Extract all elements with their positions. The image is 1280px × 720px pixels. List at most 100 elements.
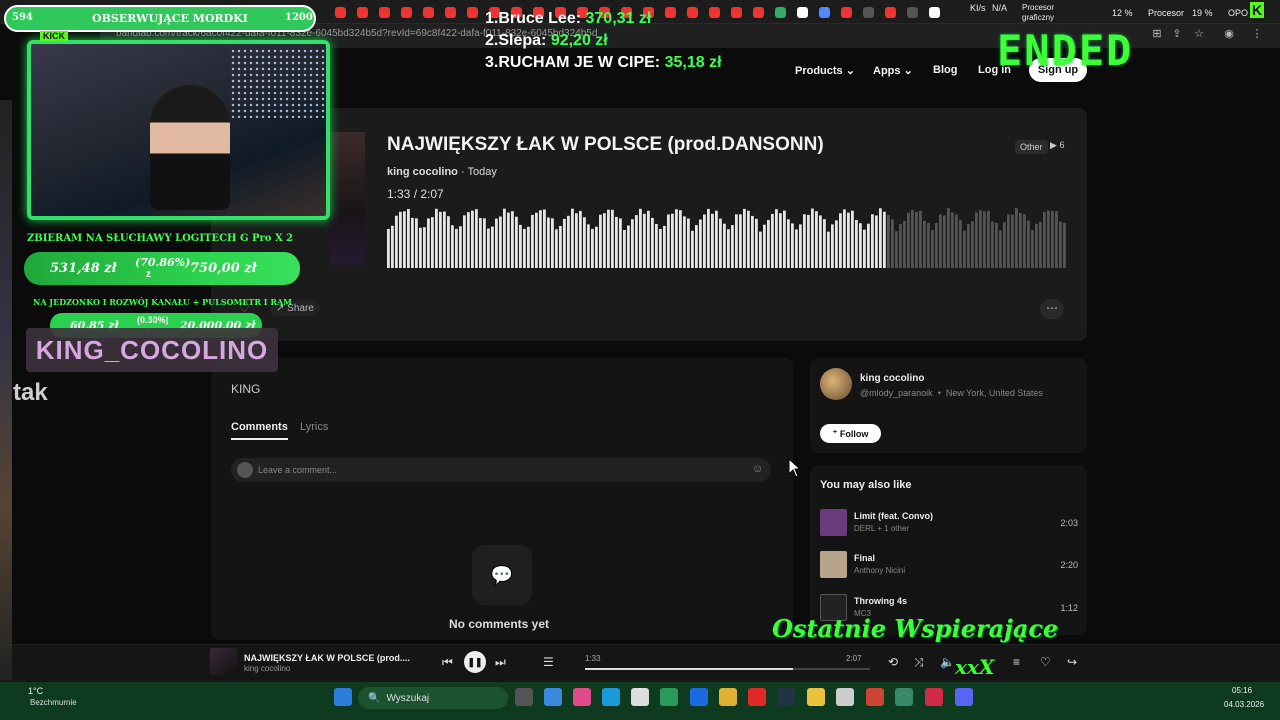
waveform-bar [1055, 211, 1058, 268]
tab-lyrics[interactable]: Lyrics [300, 421, 328, 433]
weather-desc[interactable]: Bezchmurnie [30, 698, 77, 707]
taskbar-search[interactable]: 🔍 Wyszukaj [358, 687, 508, 709]
next-icon[interactable]: ⏭ [495, 655, 506, 670]
browser-tab[interactable] [462, 3, 482, 21]
nav-products[interactable]: Products ⌄ [795, 64, 855, 77]
nav-blog[interactable]: Blog [933, 64, 957, 76]
folder-icon[interactable] [719, 688, 737, 706]
app-icon[interactable] [925, 688, 943, 706]
browser-tab[interactable] [836, 3, 856, 21]
app-icon[interactable] [895, 688, 913, 706]
nav-apps-label: Apps [873, 65, 901, 77]
waveform-bar [1047, 210, 1050, 268]
bookmark-star-icon[interactable]: ☆ [1192, 27, 1206, 41]
volume-icon[interactable]: 🔈 [940, 655, 955, 669]
browser-tab[interactable] [880, 3, 900, 21]
waveform-bar [527, 226, 530, 268]
browser-tab[interactable] [330, 3, 350, 21]
streamer-name: KING_COCOLINO [26, 328, 278, 372]
player-thumb[interactable] [210, 648, 237, 675]
waveform-bar [867, 223, 870, 268]
browser-tab[interactable] [770, 3, 790, 21]
waveform-bar [587, 224, 590, 268]
browser-tab[interactable] [726, 3, 746, 21]
discord-icon[interactable] [955, 688, 973, 706]
browser-tab[interactable] [374, 3, 394, 21]
browser-tab[interactable] [418, 3, 438, 21]
artist-name[interactable]: king cocolino [860, 373, 924, 384]
waveform-bar [539, 210, 542, 268]
donor-rank: 3. [485, 54, 499, 71]
last-support-name: xxX [955, 655, 995, 679]
track-artist[interactable]: king cocolino [387, 166, 458, 178]
waveform-bar [1031, 230, 1034, 268]
tab-comments[interactable]: Comments [231, 421, 288, 440]
browser-tab[interactable] [814, 3, 834, 21]
chrome-icon[interactable] [807, 688, 825, 706]
player-current-time: 1:33 [585, 654, 601, 663]
task-view-icon[interactable] [515, 688, 533, 706]
clock-time[interactable]: 05:16 [1232, 686, 1252, 695]
pause-button[interactable]: ❚❚ [464, 651, 486, 673]
obs-icon[interactable] [866, 688, 884, 706]
repeat-icon[interactable]: ⟲ [888, 655, 898, 669]
artist-avatar[interactable] [820, 368, 852, 400]
youtube-icon[interactable] [748, 688, 766, 706]
shuffle-icon[interactable]: ⤨ [914, 655, 924, 670]
heart-icon[interactable]: ♡ [1040, 655, 1051, 669]
suggestion-duration: 2:03 [1060, 518, 1078, 528]
browser-tab[interactable] [858, 3, 878, 21]
waveform-bar [887, 215, 890, 268]
track-cover-art[interactable] [330, 132, 365, 265]
tab-favicon-icon [928, 6, 940, 18]
windows-start-icon[interactable] [334, 688, 352, 706]
share-page-icon[interactable]: ⇪ [1170, 27, 1184, 41]
waveform-bar [827, 231, 830, 268]
browser-tab[interactable] [924, 3, 944, 21]
weather-temp[interactable]: 1°C [28, 686, 43, 696]
browser-tab[interactable] [440, 3, 460, 21]
play-count: ▶ 6 [1050, 140, 1064, 151]
browser-tab[interactable] [396, 3, 416, 21]
waveform-bar [775, 209, 778, 268]
waveform-bar [779, 213, 782, 268]
browser-tab[interactable] [792, 3, 812, 21]
browser-tab[interactable] [352, 3, 372, 21]
store-icon[interactable] [631, 688, 649, 706]
donor-row: 3.RUCHAM JE W CIPE: 35,18 zł [485, 52, 722, 74]
chat-message: tak [13, 379, 48, 406]
player-artist[interactable]: king cocolino [244, 664, 290, 673]
profile-icon[interactable]: ◉ [1222, 27, 1236, 41]
clock-date[interactable]: 04.03.2026 [1224, 700, 1264, 709]
app-icon[interactable] [573, 688, 591, 706]
browser-tab[interactable] [902, 3, 922, 21]
player-title[interactable]: NAJWIĘKSZY ŁAK W POLSCE (prod.... [244, 653, 410, 663]
top-donors: 1.Bruce Lee: 370,31 zł 2.Slepa: 92,20 zł… [485, 8, 722, 74]
emoji-icon[interactable]: ☺ [752, 463, 763, 475]
genre-tag[interactable]: Other [1015, 140, 1048, 154]
add-to-playlist-icon[interactable]: ≡ [1013, 655, 1020, 669]
suggestion-thumb [820, 509, 847, 536]
menu-dots-icon[interactable]: ⋮ [1250, 27, 1264, 41]
follow-button[interactable]: ⁺ Follow [820, 424, 881, 443]
dropbox-icon[interactable] [690, 688, 708, 706]
suggestion-row[interactable]: Limit (feat. Convo) DERL + 1 other 2:03 [820, 509, 1078, 537]
share-icon[interactable]: ↪ [1067, 655, 1077, 669]
chatgpt-icon[interactable] [836, 688, 854, 706]
app-icon[interactable] [660, 688, 678, 706]
previous-icon[interactable]: ⏮ [442, 655, 453, 670]
waveform[interactable] [387, 208, 1067, 268]
browser-tab[interactable] [748, 3, 768, 21]
suggestion-row[interactable]: Final Anthony Nicini 2:20 [820, 551, 1078, 579]
nav-apps[interactable]: Apps ⌄ [873, 64, 913, 77]
steam-icon[interactable] [777, 688, 795, 706]
edge-icon[interactable] [602, 688, 620, 706]
queue-icon[interactable]: ☰ [543, 655, 554, 669]
comment-placeholder[interactable]: Leave a comment... [258, 465, 337, 475]
more-options-button[interactable]: ⋯ [1040, 299, 1064, 319]
chat-bubble-icon: 💬 [472, 545, 532, 605]
suggestion-title: Final [854, 553, 876, 563]
translate-icon[interactable]: ⊞ [1150, 27, 1164, 41]
tab-favicon-icon [356, 6, 368, 18]
app-icon[interactable] [544, 688, 562, 706]
